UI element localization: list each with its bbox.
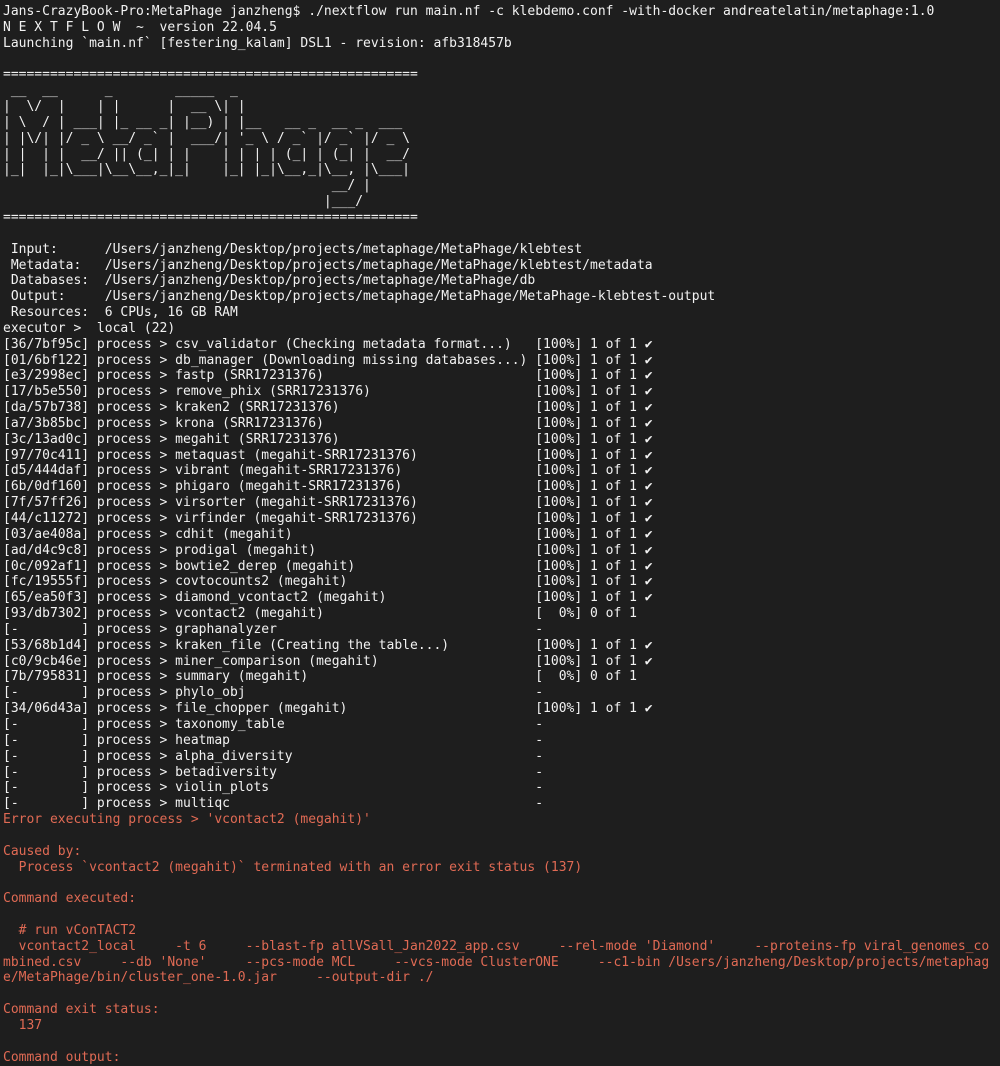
- param-output: Output: /Users/janzheng/Desktop/projects…: [3, 289, 1000, 305]
- process-row: [c0/9cb46e] process > miner_comparison (…: [3, 653, 653, 669]
- nextflow-version-banner: N E X T F L O W ~ version 22.04.5: [3, 19, 277, 35]
- process-row: [a7/3b85bc] process > krona (SRR17231376…: [3, 415, 653, 431]
- param-metadata: Metadata: /Users/janzheng/Desktop/projec…: [3, 258, 1000, 274]
- param-databases: Databases: /Users/janzheng/Desktop/proje…: [3, 273, 1000, 289]
- caused-by-label: Caused by:: [3, 843, 82, 859]
- separator-rule-bottom: ========================================…: [3, 209, 418, 225]
- error-header: Error executing process > 'vcontact2 (me…: [3, 812, 371, 828]
- param-key: Input:: [3, 241, 105, 257]
- param-key: Resources:: [3, 305, 105, 321]
- process-row: [7f/57ff26] process > virsorter (megahit…: [3, 495, 653, 511]
- process-row: [da/57b738] process > kraken2 (SRR172313…: [3, 400, 653, 416]
- process-row: [ad/d4c9c8] process > prodigal (megahit)…: [3, 542, 653, 558]
- param-key: Metadata:: [3, 257, 105, 273]
- process-row: [d5/444daf] process > vibrant (megahit-S…: [3, 463, 653, 479]
- process-row: [97/70c411] process > metaquast (megahit…: [3, 447, 653, 463]
- param-value: 6 CPUs, 16 GB RAM: [104, 305, 238, 321]
- command-line: vcontact2_local -t 6 --blast-fp allVSall…: [3, 938, 990, 954]
- exit-status-value: 137: [3, 1018, 43, 1033]
- command-line: mbined.csv --db 'None' --pcs-mode MCL --…: [3, 954, 990, 970]
- process-row: [3c/13ad0c] process > megahit (SRR172313…: [3, 431, 653, 447]
- launch-line: Launching `main.nf` [festering_kalam] DS…: [3, 35, 512, 51]
- process-row: [01/6bf122] process > db_manager (Downlo…: [3, 352, 653, 368]
- separator-rule-top: ========================================…: [3, 67, 418, 83]
- process-row: [- ] process > phylo_obj -: [3, 685, 544, 701]
- process-row: [6b/0df160] process > phigaro (megahit-S…: [3, 479, 653, 495]
- executor-line: executor > local (22): [3, 320, 176, 336]
- process-row: [e3/2998ec] process > fastp (SRR17231376…: [3, 368, 653, 384]
- ascii-logo-line: | | | | __/ || (_| | | | | | | (_| | (_|…: [3, 146, 410, 162]
- process-row: [7b/795831] process > summary (megahit) …: [3, 669, 637, 685]
- process-row: [- ] process > heatmap -: [3, 732, 544, 748]
- process-row: [- ] process > betadiversity -: [3, 764, 544, 780]
- process-row: [fc/19555f] process > covtocounts2 (mega…: [3, 574, 653, 590]
- exit-status-label: Command exit status:: [3, 1002, 160, 1018]
- param-value: /Users/janzheng/Desktop/projects/metapha…: [104, 241, 583, 257]
- param-value: /Users/janzheng/Desktop/projects/metapha…: [104, 289, 716, 305]
- command-prompt-line: Jans-CrazyBook-Pro:MetaPhage janzheng$ .…: [3, 4, 935, 19]
- ascii-logo-line: |_| |_|\___|\__\__,_|_| |_| |_|\__,_|\__…: [3, 162, 410, 178]
- process-row: [- ] process > violin_plots -: [3, 780, 544, 796]
- process-row: [- ] process > graphanalyzer -: [3, 621, 544, 637]
- ascii-logo-line: | |\/| |/ _ \ __/ _` | ___/| '_ \ / _` |…: [3, 130, 410, 146]
- command-executed-label: Command executed:: [3, 891, 137, 907]
- process-row: [03/ae408a] process > cdhit (megahit) [1…: [3, 526, 653, 542]
- ascii-logo-line: | \ / | ___| |_ __ _| |__) | |__ __ _ __…: [3, 114, 403, 130]
- ascii-logo-line: | \/ | | | | __ \| |: [3, 99, 246, 115]
- command-line: e/MetaPhage/bin/cluster_one-1.0.jar --ou…: [3, 970, 434, 986]
- process-row: [65/ea50f3] process > diamond_vcontact2 …: [3, 590, 653, 606]
- ascii-logo-line: |___/: [3, 194, 364, 210]
- process-row: [34/06d43a] process > file_chopper (mega…: [3, 701, 653, 717]
- process-row: [- ] process > taxonomy_table -: [3, 716, 544, 732]
- command-output-label: Command output:: [3, 1049, 121, 1065]
- process-row: [44/c11272] process > virfinder (megahit…: [3, 511, 653, 526]
- process-row: [0c/092af1] process > bowtie2_derep (meg…: [3, 558, 653, 574]
- process-row: [93/db7302] process > vcontact2 (megahit…: [3, 606, 637, 622]
- param-resources: Resources: 6 CPUs, 16 GB RAM: [3, 305, 1000, 321]
- param-key: Output:: [3, 289, 105, 305]
- process-row: [- ] process > alpha_diversity -: [3, 748, 544, 764]
- ascii-logo-line: __ __ _ _____ _: [3, 83, 238, 99]
- param-input: Input: /Users/janzheng/Desktop/projects/…: [3, 242, 1000, 258]
- process-row: [36/7bf95c] process > csv_validator (Che…: [3, 336, 653, 352]
- command-comment: # run vConTACT2: [3, 922, 137, 938]
- process-row: [17/b5e550] process > remove_phix (SRR17…: [3, 384, 653, 400]
- process-row: [- ] process > multiqc -: [3, 796, 544, 812]
- param-value: /Users/janzheng/Desktop/projects/metapha…: [104, 257, 653, 273]
- param-key: Databases:: [3, 273, 105, 289]
- caused-by-text: Process `vcontact2 (megahit)` terminated…: [3, 859, 583, 875]
- param-value: /Users/janzheng/Desktop/projects/metapha…: [104, 273, 536, 289]
- terminal-window[interactable]: Jans-CrazyBook-Pro:MetaPhage janzheng$ .…: [0, 0, 1000, 1066]
- process-row: [53/68b1d4] process > kraken_file (Creat…: [3, 637, 653, 653]
- ascii-logo-line: __/ |: [3, 178, 371, 194]
